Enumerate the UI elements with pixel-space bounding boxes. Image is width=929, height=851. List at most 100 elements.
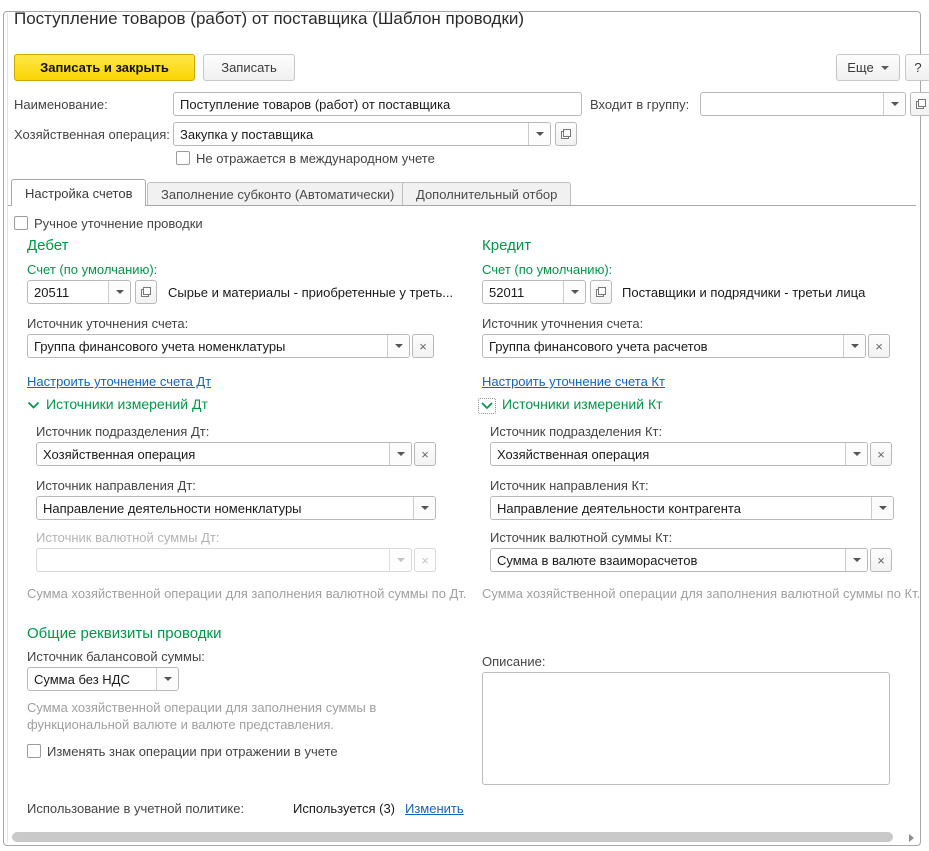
debit-currency-clear-button: × (414, 548, 436, 572)
operation-open-button[interactable] (555, 122, 577, 146)
credit-refine-source-clear-button[interactable]: × (868, 334, 890, 358)
manual-posting-checkbox[interactable] (14, 216, 28, 230)
credit-currency-label: Источник валютной суммы Кт: (490, 530, 672, 545)
debit-refine-source-dropdown-button[interactable] (387, 335, 409, 357)
debit-refine-source-field (27, 334, 410, 358)
credit-dimensions-header[interactable]: Источники измерений Кт (502, 396, 663, 412)
save-and-close-button[interactable]: Записать и закрыть (14, 54, 195, 81)
clear-icon: × (877, 553, 885, 568)
chevron-down-icon (851, 344, 859, 348)
tab-account-settings[interactable]: Настройка счетов (11, 179, 146, 206)
balance-source-input[interactable] (28, 668, 156, 690)
clear-icon: × (877, 447, 885, 462)
clear-icon: × (421, 553, 429, 568)
debit-division-dropdown-button[interactable] (389, 443, 411, 465)
usage-change-link[interactable]: Изменить (405, 801, 464, 816)
debit-refine-source-clear-button[interactable]: × (412, 334, 434, 358)
group-field (700, 92, 906, 116)
debit-direction-label: Источник направления Дт: (36, 478, 196, 493)
tab-additional-filter[interactable]: Дополнительный отбор (402, 182, 571, 205)
more-button[interactable]: Еще (836, 54, 900, 81)
credit-division-input[interactable] (491, 443, 845, 465)
save-button[interactable]: Записать (203, 54, 295, 81)
intl-accounting-checkbox[interactable] (176, 151, 190, 165)
name-label: Наименование: (14, 97, 108, 112)
balance-source-hint-line1: Сумма хозяйственной операции для заполне… (27, 700, 376, 715)
balance-source-hint-line2: функциональной валюте и валюте представл… (27, 717, 334, 732)
chevron-down-icon (891, 102, 899, 106)
credit-account-dropdown-button[interactable] (563, 281, 585, 303)
credit-dimensions-collapse-button[interactable] (478, 398, 496, 414)
credit-refine-source-label: Источник уточнения счета: (482, 316, 643, 331)
balance-source-dropdown-button[interactable] (156, 668, 178, 690)
credit-account-input[interactable] (483, 281, 563, 303)
credit-direction-field (490, 496, 894, 520)
manual-posting-checkbox-label: Ручное уточнение проводки (34, 216, 203, 231)
common-header: Общие реквизиты проводки (27, 625, 221, 642)
credit-refine-source-field (482, 334, 866, 358)
debit-direction-field (36, 496, 436, 520)
description-textarea[interactable] (482, 672, 890, 785)
group-label: Входит в группу: (590, 97, 689, 112)
credit-direction-label: Источник направления Кт: (490, 478, 649, 493)
debit-direction-dropdown-button[interactable] (413, 497, 435, 519)
credit-currency-dropdown-button[interactable] (845, 549, 867, 571)
usage-label: Использование в учетной политике: (27, 801, 244, 816)
credit-division-dropdown-button[interactable] (845, 443, 867, 465)
debit-division-input[interactable] (37, 443, 389, 465)
scrollbar-right-arrow[interactable] (909, 834, 914, 842)
balance-source-field (27, 667, 179, 691)
credit-currency-clear-button[interactable]: × (870, 548, 892, 572)
debit-configure-link[interactable]: Настроить уточнение счета Дт (27, 374, 211, 389)
credit-currency-hint: Сумма хозяйственной операции для заполне… (482, 586, 920, 601)
group-open-button[interactable] (910, 92, 929, 116)
credit-account-label: Счет (по умолчанию): (482, 262, 612, 277)
credit-direction-dropdown-button[interactable] (871, 497, 893, 519)
debit-refine-source-input[interactable] (28, 335, 387, 357)
clear-icon: × (419, 339, 427, 354)
help-button[interactable]: ? (905, 54, 929, 81)
credit-account-field (482, 280, 586, 304)
left-inner-border (7, 13, 8, 842)
group-dropdown-button[interactable] (883, 93, 905, 115)
credit-division-clear-button[interactable]: × (870, 442, 892, 466)
chevron-down-icon (536, 132, 544, 136)
horizontal-scrollbar-thumb[interactable] (12, 832, 893, 842)
credit-currency-input[interactable] (491, 549, 845, 571)
operation-input[interactable] (174, 123, 528, 145)
debit-division-clear-button[interactable]: × (414, 442, 436, 466)
chevron-down-icon (395, 344, 403, 348)
credit-configure-link[interactable]: Настроить уточнение счета Кт (482, 374, 665, 389)
debit-direction-input[interactable] (37, 497, 413, 519)
invert-sign-checkbox[interactable] (27, 744, 41, 758)
debit-dimensions-collapse-icon[interactable] (27, 401, 40, 410)
invert-sign-checkbox-label: Изменять знак операции при отражении в у… (47, 744, 338, 759)
debit-account-dropdown-button[interactable] (108, 281, 130, 303)
chevron-down-icon (421, 506, 429, 510)
operation-dropdown-button[interactable] (528, 123, 550, 145)
credit-refine-source-dropdown-button[interactable] (843, 335, 865, 357)
credit-refine-source-input[interactable] (483, 335, 843, 357)
debit-currency-input (37, 549, 389, 571)
debit-division-field (36, 442, 412, 466)
chevron-down-icon (853, 558, 861, 562)
template-posting-form: { "title": "Поступление товаров (работ) … (0, 0, 929, 851)
group-input[interactable] (701, 93, 883, 115)
credit-direction-input[interactable] (491, 497, 871, 519)
debit-account-field (27, 280, 131, 304)
chevron-down-icon (397, 452, 405, 456)
debit-account-open-button[interactable] (135, 280, 157, 304)
credit-account-open-button[interactable] (590, 280, 612, 304)
tab-subconto-filling[interactable]: Заполнение субконто (Автоматически) (147, 182, 408, 205)
usage-value: Используется (3) (293, 801, 395, 816)
name-input[interactable] (174, 93, 581, 115)
debit-header: Дебет (27, 237, 68, 254)
name-field (173, 92, 582, 116)
debit-account-description: Сырье и материалы - приобретенные у трет… (168, 285, 453, 300)
debit-account-input[interactable] (28, 281, 108, 303)
debit-currency-label: Источник валютной суммы Дт: (36, 530, 219, 545)
chevron-down-icon (879, 506, 887, 510)
credit-header: Кредит (482, 237, 531, 254)
intl-accounting-checkbox-label: Не отражается в международном учете (196, 151, 435, 166)
debit-dimensions-header[interactable]: Источники измерений Дт (46, 396, 208, 412)
